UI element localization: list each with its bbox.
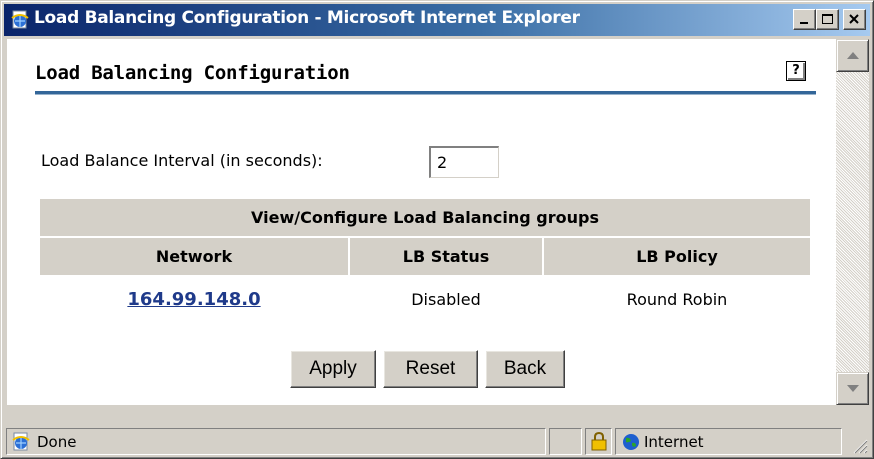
- window-title: Load Balancing Configuration - Microsoft…: [34, 8, 580, 28]
- lb-status-cell: Disabled: [411, 289, 481, 309]
- status-pane-zone: Internet: [615, 428, 842, 455]
- lb-policy-cell: Round Robin: [626, 289, 728, 309]
- table-row: 164.99.148.0 Disabled Round Robin: [40, 277, 810, 321]
- scroll-down-button[interactable]: [836, 372, 869, 405]
- ie-page-icon: [11, 10, 29, 29]
- lock-icon: [591, 431, 607, 451]
- close-button[interactable]: [843, 9, 866, 30]
- column-header-network: Network: [40, 238, 348, 275]
- status-pane-security: [585, 428, 612, 455]
- page-title: Load Balancing Configuration: [35, 62, 350, 84]
- globe-icon: [623, 434, 639, 450]
- column-header-lb-status: LB Status: [350, 238, 542, 275]
- column-header-lb-policy: LB Policy: [544, 238, 810, 275]
- status-pane-main: Done: [6, 428, 546, 455]
- zone-text: Internet: [644, 433, 704, 451]
- status-bar: Done Internet: [4, 428, 870, 456]
- network-link[interactable]: 164.99.148.0: [127, 289, 260, 310]
- minimize-button[interactable]: [793, 9, 816, 30]
- title-divider: [35, 91, 816, 95]
- up-arrow-icon: [847, 52, 859, 59]
- back-button[interactable]: Back: [485, 350, 565, 388]
- help-button[interactable]: ?: [786, 61, 806, 81]
- maximize-icon: [822, 14, 833, 24]
- title-bar[interactable]: Load Balancing Configuration - Microsoft…: [4, 4, 870, 36]
- reset-button[interactable]: Reset: [383, 350, 478, 388]
- status-pane-empty: [549, 428, 582, 455]
- lb-groups-table: View/Configure Load Balancing groups Net…: [38, 197, 812, 323]
- down-arrow-icon: [847, 385, 859, 392]
- apply-button[interactable]: Apply: [290, 350, 376, 388]
- network-cell: 164.99.148.0: [40, 277, 348, 321]
- resize-grip-icon[interactable]: [850, 436, 868, 454]
- page-content: Load Balancing Configuration ? Load Bala…: [7, 39, 836, 405]
- status-text: Done: [37, 433, 77, 451]
- vertical-scrollbar[interactable]: [836, 39, 869, 405]
- ie-page-icon: [12, 432, 30, 451]
- scroll-up-button[interactable]: [836, 39, 869, 72]
- maximize-button[interactable]: [816, 9, 839, 30]
- interval-input[interactable]: [429, 146, 499, 178]
- browser-window: Load Balancing Configuration - Microsoft…: [0, 0, 874, 459]
- table-caption: View/Configure Load Balancing groups: [40, 199, 810, 236]
- interval-label: Load Balance Interval (in seconds):: [41, 151, 323, 170]
- close-icon: [849, 14, 859, 24]
- minimize-icon: [800, 22, 808, 24]
